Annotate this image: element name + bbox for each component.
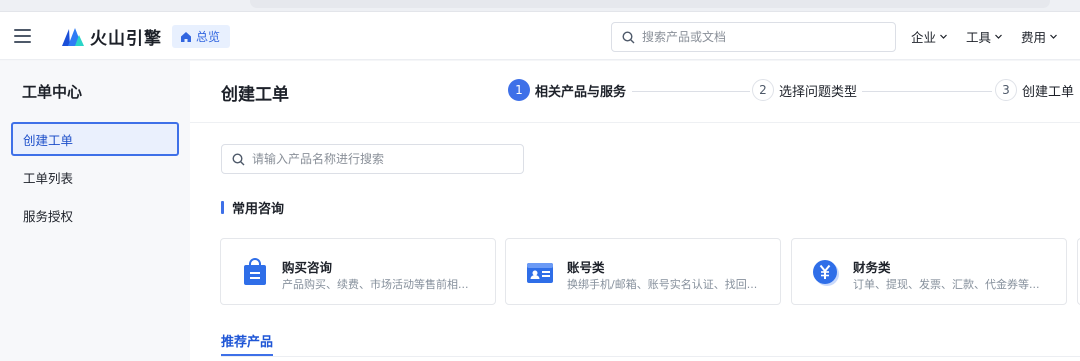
card-account[interactable]: 账号类 换绑手机/邮箱、账号实名认证、找回... (505, 238, 781, 305)
step-connector (862, 91, 992, 92)
product-search-box[interactable] (221, 144, 524, 174)
chevron-down-icon (1050, 34, 1057, 39)
id-card-icon (527, 263, 553, 283)
sidebar-item-label: 工单列表 (23, 170, 74, 186)
sidebar-item-label: 创建工单 (23, 132, 74, 148)
step-label: 创建工单 (1022, 84, 1075, 100)
chevron-down-icon (995, 34, 1002, 39)
hamburger-menu-icon[interactable] (14, 29, 31, 43)
sidebar-item-create-ticket[interactable]: 创建工单 (11, 122, 179, 156)
section-title: 常用咨询 (221, 198, 284, 217)
top-menus: 企业 工具 费用 (911, 12, 1076, 60)
card-finance[interactable]: 财务类 订单、提现、发票、汇款、代金券等... (791, 238, 1067, 305)
sidebar-item-service-authorization[interactable]: 服务授权 (11, 198, 179, 232)
brand-name: 火山引擎 (90, 29, 162, 49)
product-search-input[interactable] (252, 152, 482, 166)
search-icon (232, 152, 245, 165)
card-purchase-consult[interactable]: 购买咨询 产品购买、续费、市场活动等售前相... (220, 238, 496, 305)
step-label: 选择问题类型 (779, 84, 858, 100)
main-content: 创建工单 1 相关产品与服务 2 选择问题类型 3 创建工单 常用咨询 购买咨询… (190, 61, 1080, 361)
sidebar-item-label: 服务授权 (23, 208, 74, 224)
page-title: 创建工单 (221, 85, 289, 105)
step-3[interactable]: 3 创建工单 (995, 79, 1074, 101)
yen-coin-icon (813, 260, 839, 286)
section-accent-bar (221, 201, 224, 214)
tab-divider (221, 356, 1080, 357)
step-number: 2 (752, 79, 774, 101)
global-search-box[interactable] (611, 22, 896, 52)
menu-tools[interactable]: 工具 (966, 27, 1003, 46)
top-navigation-bar: 火山引擎 总览 企业 工具 费用 (0, 12, 1080, 60)
overview-label: 总览 (196, 30, 221, 44)
menu-tools-label: 工具 (966, 29, 992, 45)
card-description: 订单、提现、发票、汇款、代金券等... (853, 278, 1040, 291)
step-1[interactable]: 1 相关产品与服务 (508, 79, 626, 101)
step-label: 相关产品与服务 (535, 84, 627, 100)
home-icon (181, 31, 191, 42)
section-title-text: 常用咨询 (232, 202, 285, 217)
overview-home-chip[interactable]: 总览 (172, 25, 231, 48)
card-description: 换绑手机/邮箱、账号实名认证、找回... (567, 278, 758, 291)
step-2[interactable]: 2 选择问题类型 (752, 79, 857, 101)
volcano-logo-icon (62, 27, 84, 46)
menu-enterprise-label: 企业 (911, 29, 937, 45)
sidebar-title: 工单中心 (22, 83, 83, 101)
step-number: 3 (995, 79, 1017, 101)
main-header: 创建工单 1 相关产品与服务 2 选择问题类型 3 创建工单 (190, 61, 1080, 123)
menu-billing-label: 费用 (1021, 29, 1047, 45)
chevron-down-icon (940, 34, 947, 39)
browser-chrome-strip (0, 0, 1080, 12)
card-title: 账号类 (567, 260, 605, 275)
card-title: 购买咨询 (282, 260, 333, 275)
menu-enterprise[interactable]: 企业 (911, 27, 948, 46)
browser-address-bar (250, 0, 1050, 8)
card-title: 财务类 (853, 260, 891, 275)
shopping-bag-icon (244, 258, 266, 285)
search-icon (622, 30, 635, 43)
menu-billing[interactable]: 费用 (1021, 27, 1058, 46)
brand-logo[interactable]: 火山引擎 (62, 24, 162, 49)
sidebar: 工单中心 创建工单 工单列表 服务授权 (0, 61, 190, 361)
card-description: 产品购买、续费、市场活动等售前相... (282, 278, 469, 291)
global-search-input[interactable] (642, 30, 872, 44)
step-number: 1 (508, 79, 530, 101)
step-connector (632, 91, 750, 92)
sidebar-item-ticket-list[interactable]: 工单列表 (11, 160, 179, 194)
tab-recommended-products[interactable]: 推荐产品 (221, 331, 273, 350)
